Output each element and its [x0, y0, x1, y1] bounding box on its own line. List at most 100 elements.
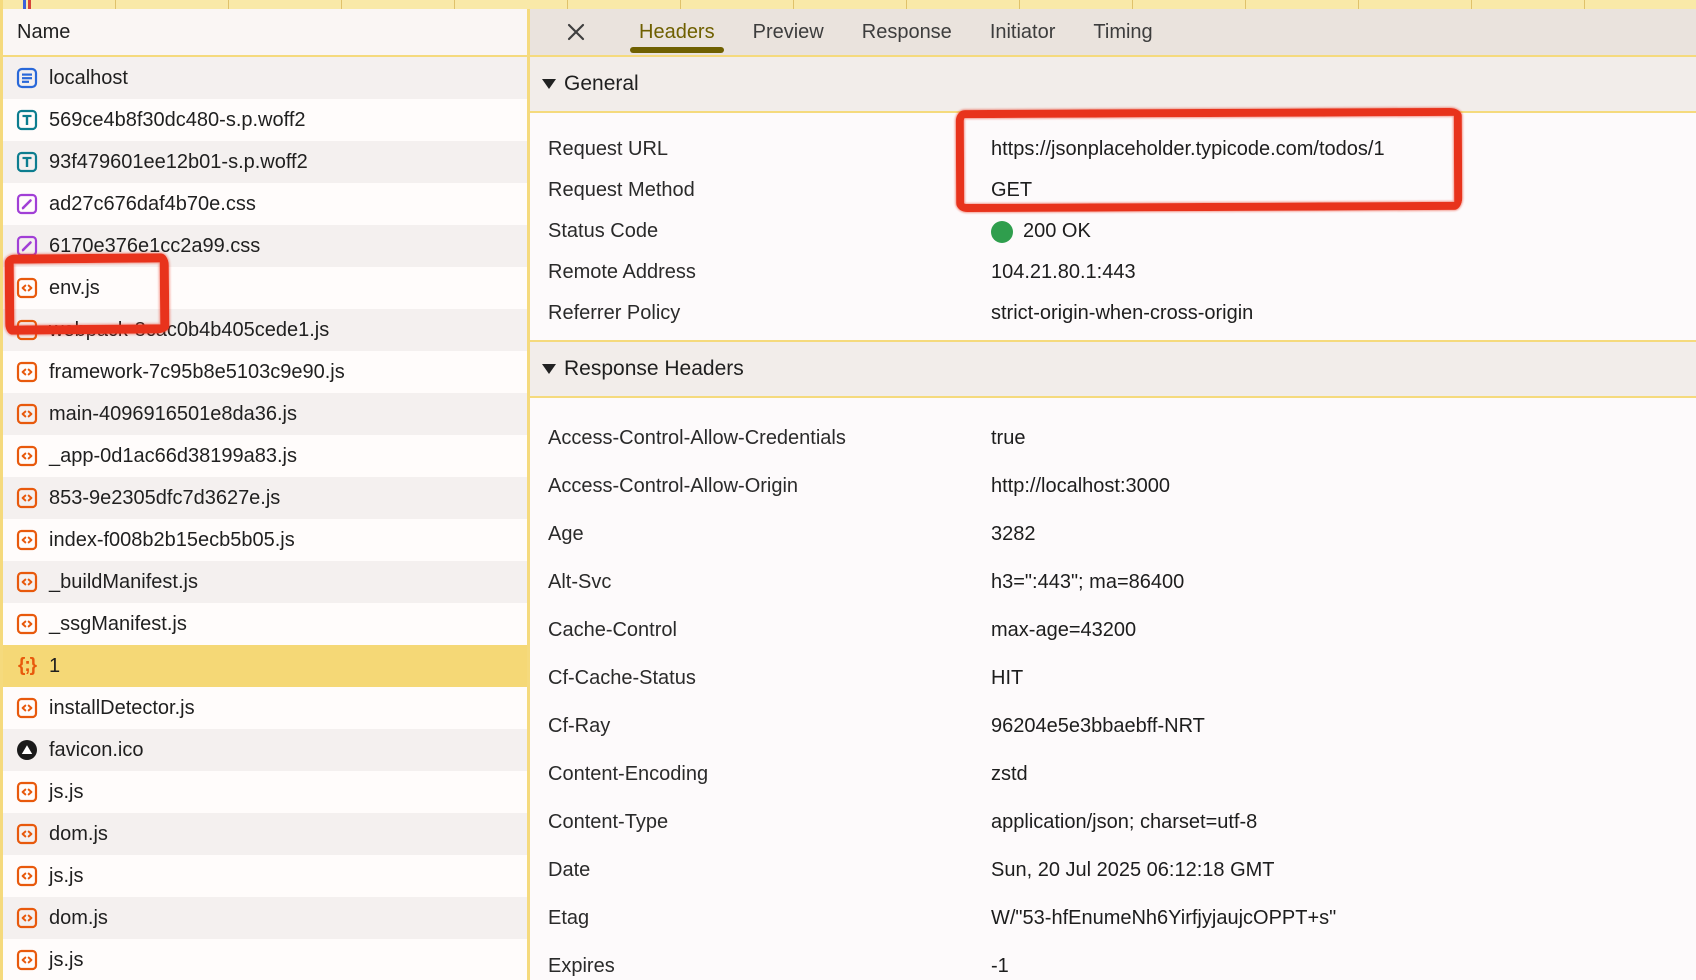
header-key: Cache-Control	[548, 606, 991, 654]
header-row: Request URL https://jsonplaceholder.typi…	[530, 129, 1696, 170]
header-row: Expires -1	[530, 942, 1696, 980]
request-details-panel: Headers Preview Response Initiator Timing Ge…	[530, 9, 1696, 980]
script-icon	[15, 486, 39, 510]
section-header[interactable]: General	[530, 57, 1696, 113]
request-name: dom.js	[49, 823, 108, 846]
header-value: 96204e5e3bbaebff-NRT	[991, 702, 1696, 750]
script-icon	[15, 360, 39, 384]
tab-initiator[interactable]: Initiator	[990, 9, 1056, 55]
header-key: Content-Type	[548, 798, 991, 846]
request-name: env.js	[49, 277, 100, 300]
request-row[interactable]: framework-7c95b8e5103c9e90.js	[3, 351, 527, 393]
request-row[interactable]: 6170e376e1cc2a99.css	[3, 225, 527, 267]
header-value: -1	[991, 942, 1696, 980]
request-row[interactable]: webpack-8cac0b4b405cede1.js	[3, 309, 527, 351]
header-row: Content-Type application/json; charset=u…	[530, 798, 1696, 846]
header-row: Age 3282	[530, 510, 1696, 558]
request-row[interactable]: installDetector.js	[3, 687, 527, 729]
script-icon	[15, 444, 39, 468]
request-row[interactable]: js.js	[3, 855, 527, 897]
header-row: Cf-Cache-Status HIT	[530, 654, 1696, 702]
section-title: Response Headers	[564, 357, 744, 381]
script-icon	[15, 318, 39, 342]
header-value: true	[991, 414, 1696, 462]
font-icon	[15, 108, 39, 132]
request-row[interactable]: dom.js	[3, 813, 527, 855]
request-row[interactable]: 569ce4b8f30dc480-s.p.woff2	[3, 99, 527, 141]
status-text: 200 OK	[1023, 211, 1091, 252]
dom-content-loaded-marker	[23, 0, 26, 9]
request-row[interactable]: _ssgManifest.js	[3, 603, 527, 645]
requests-panel: Name localhost 569ce4b8f30dc480-s.p.woff…	[3, 9, 530, 980]
name-column-label: Name	[17, 21, 70, 43]
request-row[interactable]: 853-9e2305dfc7d3627e.js	[3, 477, 527, 519]
script-icon	[15, 780, 39, 804]
request-name: favicon.ico	[49, 739, 144, 762]
request-row[interactable]: ad27c676daf4b70e.css	[3, 183, 527, 225]
network-main-area: Name localhost 569ce4b8f30dc480-s.p.woff…	[3, 9, 1696, 980]
section-header[interactable]: Response Headers	[530, 340, 1696, 398]
header-row: Cache-Control max-age=43200	[530, 606, 1696, 654]
section-response-headers: Response Headers Access-Control-Allow-Cr…	[530, 340, 1696, 980]
header-value: application/json; charset=utf-8	[991, 798, 1696, 846]
details-tabbar: Headers Preview Response Initiator Timing	[530, 9, 1696, 57]
header-row: Date Sun, 20 Jul 2025 06:12:18 GMT	[530, 846, 1696, 894]
header-value: https://jsonplaceholder.typicode.com/tod…	[991, 129, 1696, 170]
header-value: max-age=43200	[991, 606, 1696, 654]
network-overview-timeline[interactable]	[3, 0, 1696, 9]
request-row[interactable]: localhost	[3, 57, 527, 99]
section-title: General	[564, 72, 639, 96]
header-value: HIT	[991, 654, 1696, 702]
request-name: 93f479601ee12b01-s.p.woff2	[49, 151, 308, 174]
stylesheet-icon	[15, 192, 39, 216]
header-value: strict-origin-when-cross-origin	[991, 293, 1696, 334]
collapse-triangle-icon	[542, 364, 556, 374]
request-row[interactable]: 93f479601ee12b01-s.p.woff2	[3, 141, 527, 183]
request-name: 1	[49, 655, 60, 678]
request-row[interactable]: index-f008b2b15ecb5b05.js	[3, 519, 527, 561]
request-name: ad27c676daf4b70e.css	[49, 193, 256, 216]
request-row[interactable]: favicon.ico	[3, 729, 527, 771]
script-icon	[15, 696, 39, 720]
script-icon	[15, 528, 39, 552]
request-name: main-4096916501e8da36.js	[49, 403, 297, 426]
request-name: installDetector.js	[49, 697, 195, 720]
close-icon[interactable]	[564, 20, 588, 44]
request-row[interactable]: _app-0d1ac66d38199a83.js	[3, 435, 527, 477]
request-name: webpack-8cac0b4b405cede1.js	[49, 319, 329, 342]
header-key: Cf-Ray	[548, 702, 991, 750]
header-value: 200 OK	[991, 211, 1696, 252]
header-value: 3282	[991, 510, 1696, 558]
header-value: Sun, 20 Jul 2025 06:12:18 GMT	[991, 846, 1696, 894]
document-icon	[15, 66, 39, 90]
request-name: _ssgManifest.js	[49, 613, 187, 636]
header-row: Request Method GET	[530, 170, 1696, 211]
header-key: Age	[548, 510, 991, 558]
request-name: js.js	[49, 865, 83, 888]
request-name: dom.js	[49, 907, 108, 930]
devtools-network-panel: Name localhost 569ce4b8f30dc480-s.p.woff…	[0, 0, 1696, 980]
request-row[interactable]: main-4096916501e8da36.js	[3, 393, 527, 435]
load-event-marker	[28, 0, 31, 9]
name-column-header[interactable]: Name	[3, 9, 527, 57]
tab-preview[interactable]: Preview	[753, 9, 824, 55]
request-row[interactable]: js.js	[3, 939, 527, 980]
header-row: Referrer Policy strict-origin-when-cross…	[530, 293, 1696, 334]
header-value: W/"53-hfEnumeNh6YirfjyjaujcOPPT+s"	[991, 894, 1696, 942]
request-row-selected[interactable]: {;} 1	[3, 645, 527, 687]
request-list: localhost 569ce4b8f30dc480-s.p.woff2 93f…	[3, 57, 527, 980]
request-name: framework-7c95b8e5103c9e90.js	[49, 361, 345, 384]
header-key: Request Method	[548, 170, 991, 211]
header-value: GET	[991, 170, 1696, 211]
request-row[interactable]: env.js	[3, 267, 527, 309]
header-value: http://localhost:3000	[991, 462, 1696, 510]
tab-response[interactable]: Response	[862, 9, 952, 55]
header-key: Access-Control-Allow-Origin	[548, 462, 991, 510]
tab-headers[interactable]: Headers	[639, 9, 715, 55]
request-row[interactable]: js.js	[3, 771, 527, 813]
request-row[interactable]: _buildManifest.js	[3, 561, 527, 603]
request-row[interactable]: dom.js	[3, 897, 527, 939]
request-name: 569ce4b8f30dc480-s.p.woff2	[49, 109, 306, 132]
font-icon	[15, 150, 39, 174]
tab-timing[interactable]: Timing	[1093, 9, 1152, 55]
